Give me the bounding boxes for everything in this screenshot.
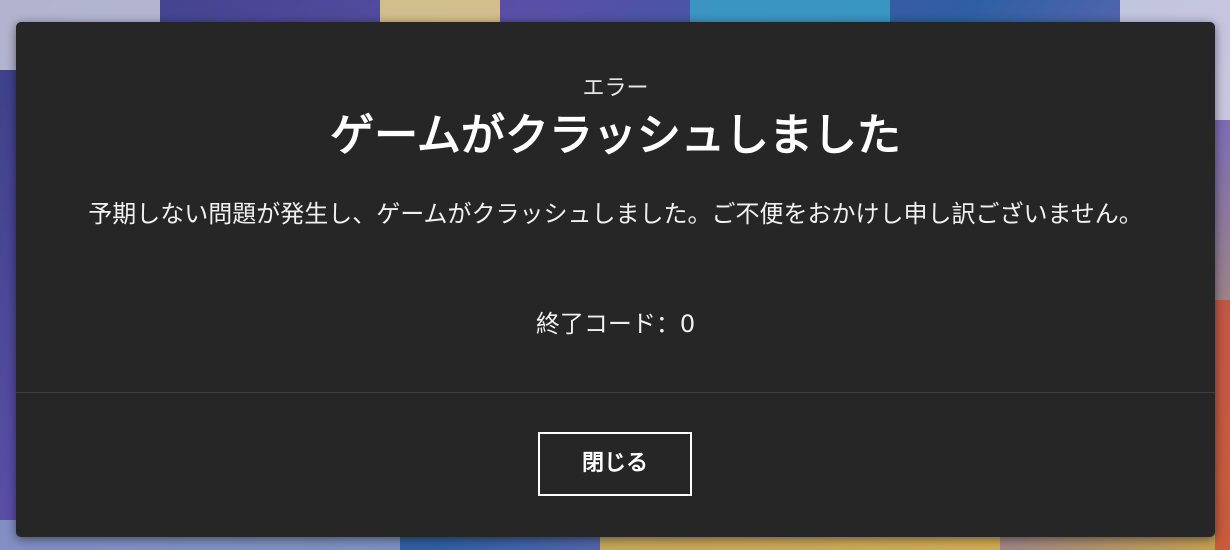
background-scenery <box>1215 300 1230 550</box>
close-button[interactable]: 閉じる <box>538 432 692 496</box>
error-dialog: エラー ゲームがクラッシュしました 予期しない問題が発生し、ゲームがクラッシュし… <box>16 22 1215 537</box>
dialog-divider <box>16 392 1215 393</box>
exit-code-text: 終了コード：0 <box>535 310 696 338</box>
dialog-label: エラー <box>582 76 649 101</box>
dialog-title: ゲームがクラッシュしました <box>330 110 901 161</box>
dialog-message: 予期しない問題が発生し、ゲームがクラッシュしました。ご不便をおかけし申し訳ござい… <box>88 200 1143 228</box>
dialog-body: エラー ゲームがクラッシュしました 予期しない問題が発生し、ゲームがクラッシュし… <box>16 22 1215 392</box>
